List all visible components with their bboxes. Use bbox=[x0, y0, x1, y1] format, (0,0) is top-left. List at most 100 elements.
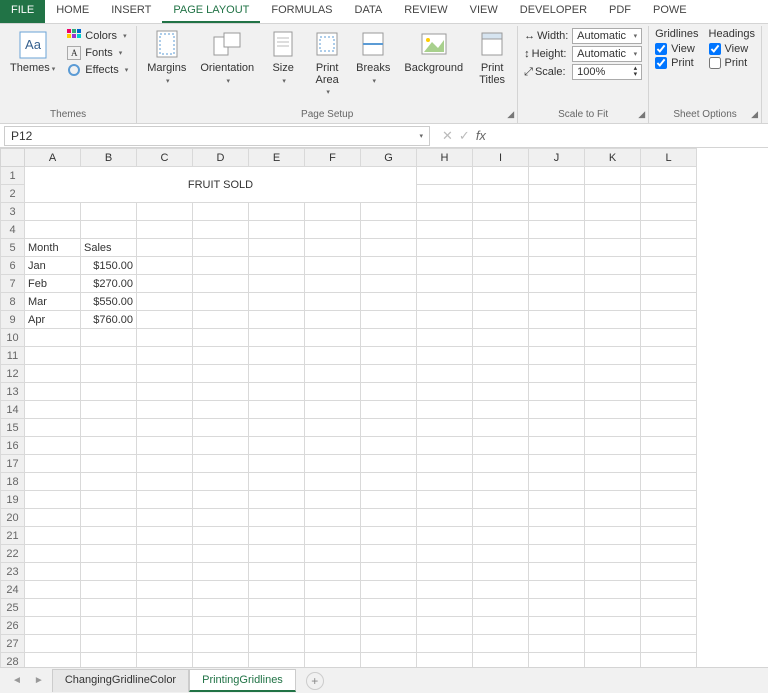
cell-G24[interactable] bbox=[361, 581, 417, 599]
cell-C9[interactable] bbox=[137, 311, 193, 329]
cell-J26[interactable] bbox=[529, 617, 585, 635]
cell-I10[interactable] bbox=[473, 329, 529, 347]
col-header-J[interactable]: J bbox=[529, 149, 585, 167]
tab-insert[interactable]: INSERT bbox=[100, 0, 162, 23]
print-titles-button[interactable]: Print Titles bbox=[473, 28, 511, 88]
tab-powe[interactable]: POWE bbox=[642, 0, 698, 23]
cell-J18[interactable] bbox=[529, 473, 585, 491]
col-header-D[interactable]: D bbox=[193, 149, 249, 167]
cell-I25[interactable] bbox=[473, 599, 529, 617]
cell-K21[interactable] bbox=[585, 527, 641, 545]
cell-D20[interactable] bbox=[193, 509, 249, 527]
cell-L1[interactable] bbox=[641, 167, 697, 185]
cell-L18[interactable] bbox=[641, 473, 697, 491]
cell-G4[interactable] bbox=[361, 221, 417, 239]
cell-G16[interactable] bbox=[361, 437, 417, 455]
cell-A5[interactable]: Month bbox=[25, 239, 81, 257]
cell-H6[interactable] bbox=[417, 257, 473, 275]
cell-G15[interactable] bbox=[361, 419, 417, 437]
cell-H23[interactable] bbox=[417, 563, 473, 581]
cell-E6[interactable] bbox=[249, 257, 305, 275]
cell-K17[interactable] bbox=[585, 455, 641, 473]
row-header-21[interactable]: 21 bbox=[1, 527, 25, 545]
cell-H18[interactable] bbox=[417, 473, 473, 491]
height-select[interactable]: Automatic▾ bbox=[572, 46, 642, 62]
tab-view[interactable]: VIEW bbox=[459, 0, 509, 23]
cell-K8[interactable] bbox=[585, 293, 641, 311]
cell-B20[interactable] bbox=[81, 509, 137, 527]
cell-C20[interactable] bbox=[137, 509, 193, 527]
cell-I12[interactable] bbox=[473, 365, 529, 383]
cell-H1[interactable] bbox=[417, 167, 473, 185]
cell-H26[interactable] bbox=[417, 617, 473, 635]
cell-A25[interactable] bbox=[25, 599, 81, 617]
cell-I27[interactable] bbox=[473, 635, 529, 653]
cell-H21[interactable] bbox=[417, 527, 473, 545]
col-header-E[interactable]: E bbox=[249, 149, 305, 167]
row-header-15[interactable]: 15 bbox=[1, 419, 25, 437]
cell-I2[interactable] bbox=[473, 185, 529, 203]
cell-C15[interactable] bbox=[137, 419, 193, 437]
cell-G11[interactable] bbox=[361, 347, 417, 365]
cell-D14[interactable] bbox=[193, 401, 249, 419]
cell-E24[interactable] bbox=[249, 581, 305, 599]
orientation-button[interactable]: Orientation▾ bbox=[196, 28, 258, 90]
cell-B19[interactable] bbox=[81, 491, 137, 509]
cell-I23[interactable] bbox=[473, 563, 529, 581]
cell-F14[interactable] bbox=[305, 401, 361, 419]
cell-I21[interactable] bbox=[473, 527, 529, 545]
cell-C7[interactable] bbox=[137, 275, 193, 293]
cell-D5[interactable] bbox=[193, 239, 249, 257]
cell-L6[interactable] bbox=[641, 257, 697, 275]
cell-G23[interactable] bbox=[361, 563, 417, 581]
cell-D8[interactable] bbox=[193, 293, 249, 311]
row-header-5[interactable]: 5 bbox=[1, 239, 25, 257]
name-box[interactable]: P12▾ bbox=[4, 126, 430, 146]
cell-F28[interactable] bbox=[305, 653, 361, 668]
cell-D16[interactable] bbox=[193, 437, 249, 455]
cell-F15[interactable] bbox=[305, 419, 361, 437]
row-header-10[interactable]: 10 bbox=[1, 329, 25, 347]
cell-A13[interactable] bbox=[25, 383, 81, 401]
cell-G26[interactable] bbox=[361, 617, 417, 635]
cell-H16[interactable] bbox=[417, 437, 473, 455]
cell-F17[interactable] bbox=[305, 455, 361, 473]
row-header-7[interactable]: 7 bbox=[1, 275, 25, 293]
cell-K13[interactable] bbox=[585, 383, 641, 401]
cell-D10[interactable] bbox=[193, 329, 249, 347]
print-area-button[interactable]: Print Area▾ bbox=[308, 28, 346, 98]
cell-A24[interactable] bbox=[25, 581, 81, 599]
cell-L11[interactable] bbox=[641, 347, 697, 365]
cell-A8[interactable]: Mar bbox=[25, 293, 81, 311]
cell-B15[interactable] bbox=[81, 419, 137, 437]
cell-D24[interactable] bbox=[193, 581, 249, 599]
breaks-button[interactable]: Breaks▾ bbox=[352, 28, 394, 90]
cell-K10[interactable] bbox=[585, 329, 641, 347]
effects-button[interactable]: Effects▾ bbox=[65, 62, 130, 78]
row-header-6[interactable]: 6 bbox=[1, 257, 25, 275]
tab-formulas[interactable]: FORMULAS bbox=[260, 0, 343, 23]
cell-G6[interactable] bbox=[361, 257, 417, 275]
row-header-28[interactable]: 28 bbox=[1, 653, 25, 668]
cell-C25[interactable] bbox=[137, 599, 193, 617]
cell-J11[interactable] bbox=[529, 347, 585, 365]
cell-A4[interactable] bbox=[25, 221, 81, 239]
tab-developer[interactable]: DEVELOPER bbox=[509, 0, 598, 23]
row-header-27[interactable]: 27 bbox=[1, 635, 25, 653]
add-sheet-button[interactable]: + bbox=[306, 672, 324, 690]
cell-L19[interactable] bbox=[641, 491, 697, 509]
cell-G5[interactable] bbox=[361, 239, 417, 257]
cell-J7[interactable] bbox=[529, 275, 585, 293]
cell-J27[interactable] bbox=[529, 635, 585, 653]
page-setup-launcher[interactable]: ◢ bbox=[507, 109, 514, 120]
cell-H20[interactable] bbox=[417, 509, 473, 527]
row-header-14[interactable]: 14 bbox=[1, 401, 25, 419]
row-header-26[interactable]: 26 bbox=[1, 617, 25, 635]
tab-page-layout[interactable]: PAGE LAYOUT bbox=[162, 0, 260, 23]
cell-L14[interactable] bbox=[641, 401, 697, 419]
cell-A26[interactable] bbox=[25, 617, 81, 635]
cell-J24[interactable] bbox=[529, 581, 585, 599]
headings-view-checkbox[interactable]: View bbox=[709, 42, 755, 56]
cell-D3[interactable] bbox=[193, 203, 249, 221]
cell-E5[interactable] bbox=[249, 239, 305, 257]
